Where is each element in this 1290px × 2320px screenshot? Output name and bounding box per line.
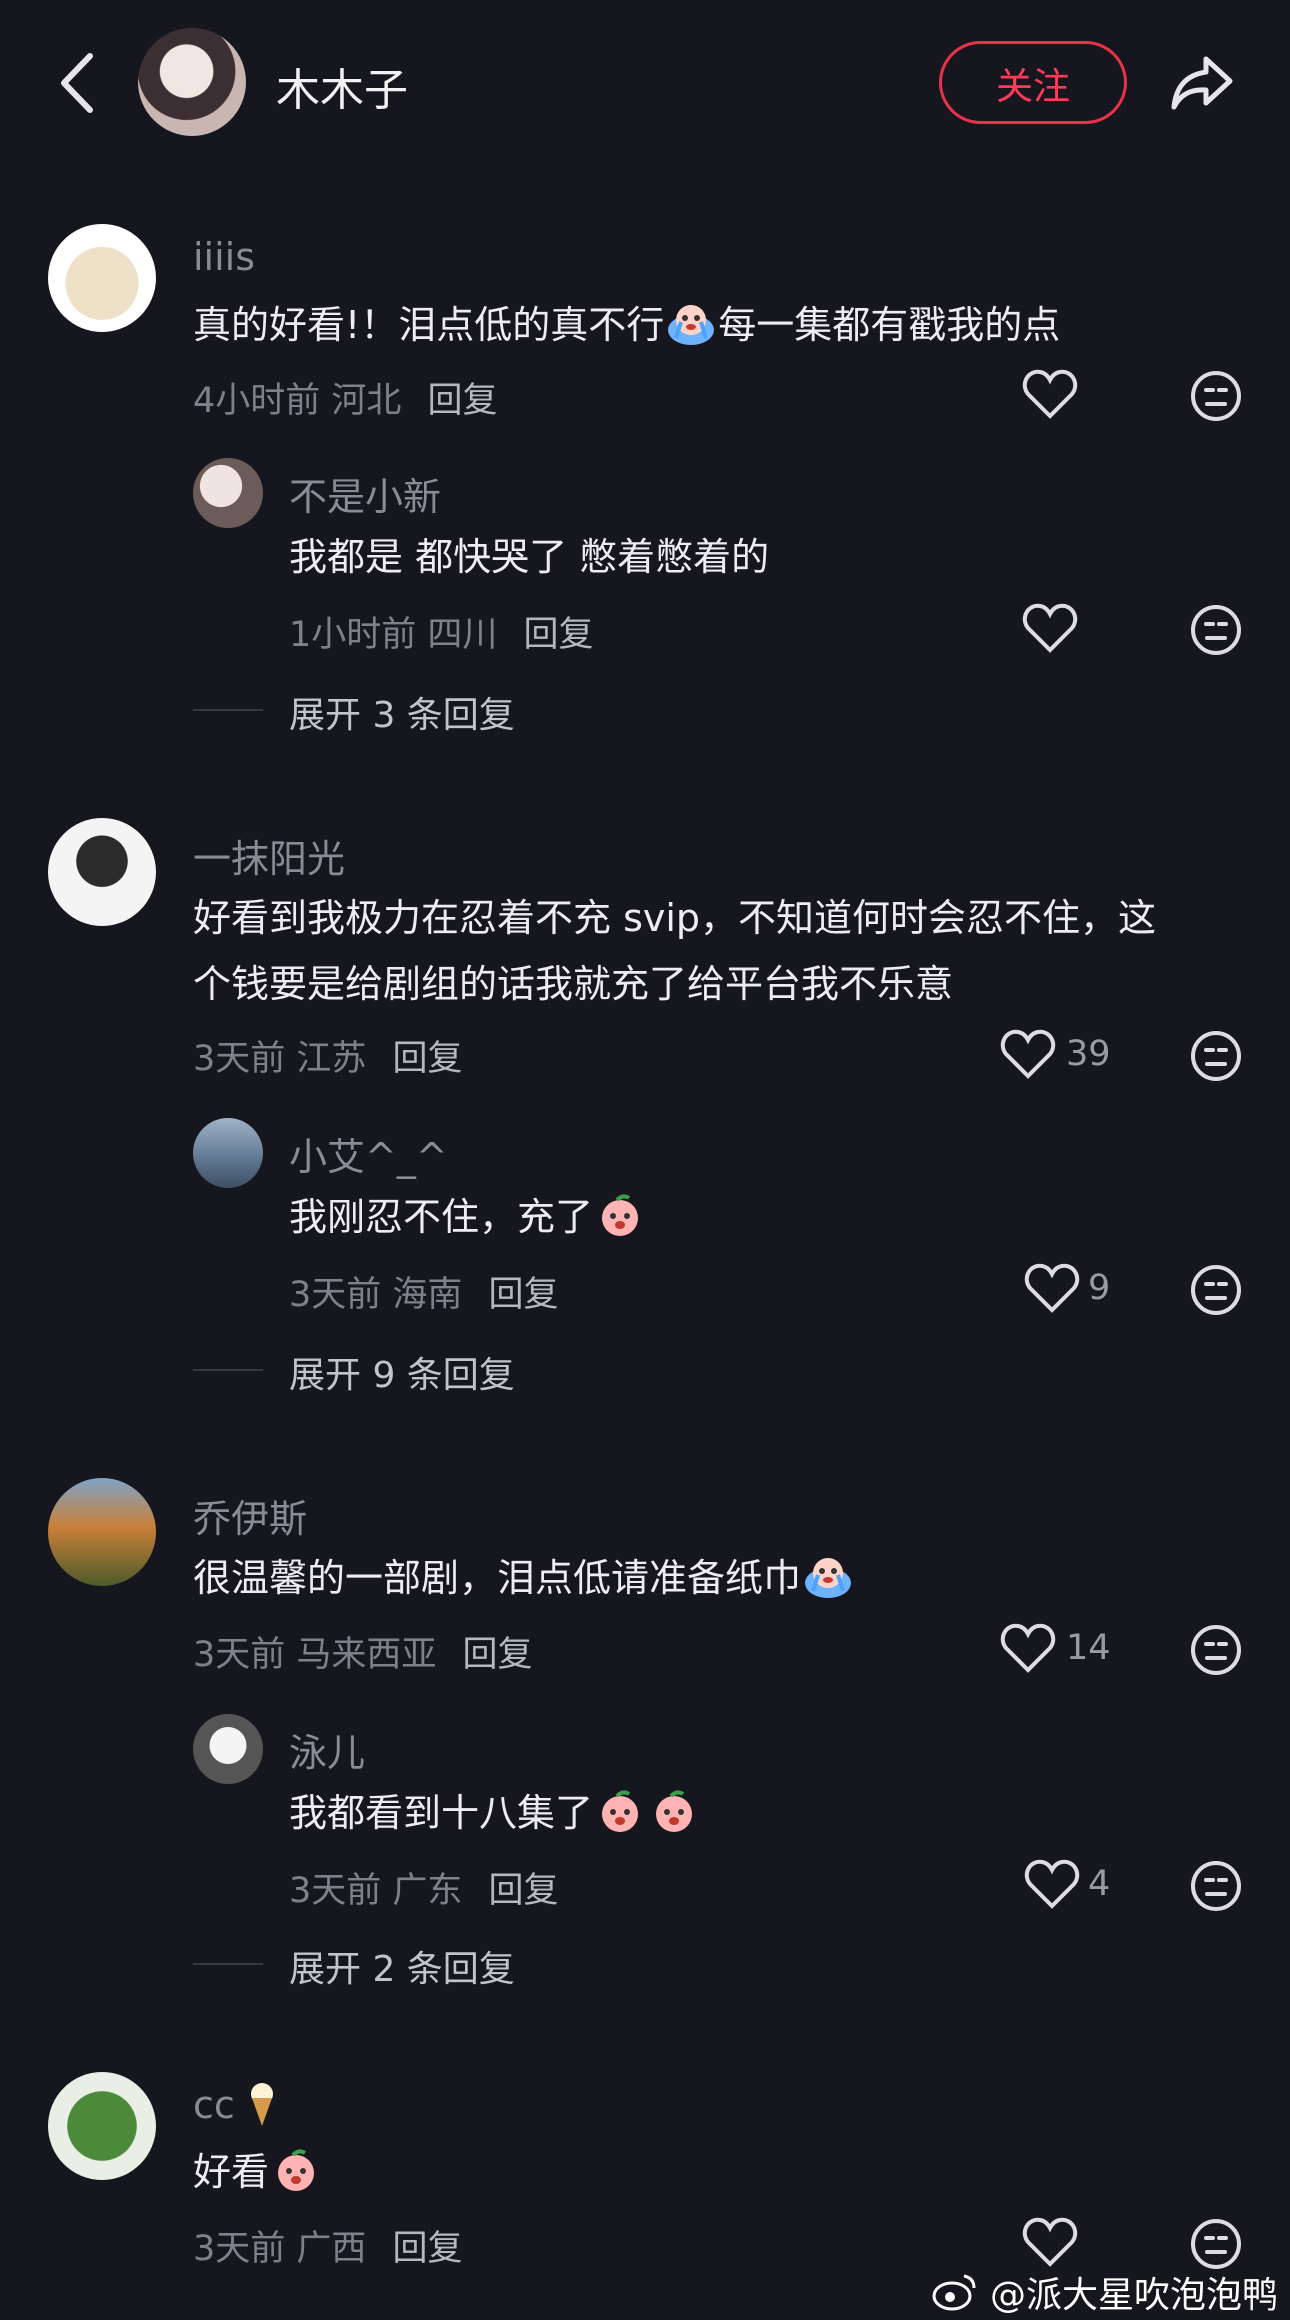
comment-meta: 4小时前 河北 回复 [193,381,498,421]
like-icon[interactable] [1022,2216,1078,2268]
divider [193,709,263,711]
dislike-face-icon[interactable] [1190,604,1242,656]
reply-text: 我刚忍不住，充了 [289,1184,647,1250]
comment-text: 好看 [193,2139,323,2205]
follow-button[interactable]: 关注 [939,41,1127,124]
like-count: 39 [1066,1034,1111,1074]
share-icon[interactable] [1166,45,1238,117]
like-icon[interactable] [1000,1028,1056,1080]
reply-button[interactable]: 回复 [427,381,497,421]
reply-username[interactable]: 小艾^_^ [289,1126,448,1181]
dislike-face-icon[interactable] [1190,1624,1242,1676]
reply-meta: 3天前 广东 回复 [289,1871,559,1911]
reply-username[interactable]: 不是小新 [289,466,441,521]
avatar[interactable] [193,458,263,528]
reply-text: 我都是 都快哭了 憋着憋着的 [289,535,770,579]
crying-emoji-icon [803,1553,853,1599]
crying-peach-emoji-icon [649,1788,699,1834]
comment-meta: 3天前 马来西亚 回复 [193,1635,533,1675]
back-icon[interactable] [50,48,110,118]
watermark: @派大星吹泡泡鸭 [932,2266,1278,2318]
avatar[interactable] [48,1478,156,1586]
like-count: 4 [1088,1864,1111,1904]
reply-button[interactable]: 回复 [488,1871,558,1911]
like-icon[interactable] [1000,1622,1056,1674]
dislike-face-icon[interactable] [1190,1264,1242,1316]
crying-emoji-icon [666,300,716,346]
like-icon[interactable] [1022,368,1078,420]
like-icon[interactable] [1024,1262,1080,1314]
reply-button[interactable]: 回复 [523,615,593,655]
comment-meta: 3天前 广西 回复 [193,2229,463,2269]
avatar[interactable] [48,818,156,926]
divider [193,1369,263,1371]
comment-username[interactable]: 一抹阳光 [193,828,345,883]
weibo-logo-icon [932,2272,980,2312]
author-name[interactable]: 木木子 [276,54,408,118]
avatar[interactable] [48,224,156,332]
comment-username[interactable]: iiiis [193,235,255,279]
expand-replies-button[interactable]: 展开 2 条回复 [289,1940,515,1992]
comment-meta: 3天前 江苏 回复 [193,1039,463,1079]
like-icon[interactable] [1022,602,1078,654]
expand-replies-button[interactable]: 展开 3 条回复 [289,686,515,738]
ice-cream-icon [247,2082,277,2128]
divider [193,1963,263,1965]
avatar[interactable] [193,1714,263,1784]
like-count: 9 [1088,1268,1111,1308]
reply-button[interactable]: 回复 [392,1039,462,1079]
comment-text: 很温馨的一部剧，泪点低请准备纸巾 [193,1545,855,1611]
comment-text: 真的好看!！泪点低的真不行 每一集都有戳我的点 [193,292,1233,358]
author-avatar[interactable] [138,28,246,136]
like-icon[interactable] [1024,1858,1080,1910]
comment-username[interactable]: 乔伊斯 [193,1488,307,1543]
reply-button[interactable]: 回复 [462,1635,532,1675]
crying-peach-emoji-icon [595,1192,645,1238]
avatar[interactable] [48,2072,156,2180]
dislike-face-icon[interactable] [1190,2218,1242,2270]
avatar[interactable] [193,1118,263,1188]
crying-peach-emoji-icon [595,1788,645,1834]
crying-peach-emoji-icon [271,2147,321,2193]
dislike-face-icon[interactable] [1190,1030,1242,1082]
dislike-face-icon[interactable] [1190,370,1242,422]
expand-replies-button[interactable]: 展开 9 条回复 [289,1346,515,1398]
dislike-face-icon[interactable] [1190,1860,1242,1912]
reply-username[interactable]: 泳儿 [289,1722,365,1777]
reply-button[interactable]: 回复 [392,2229,462,2269]
comment-text: 好看到我极力在忍着不充 svip，不知道何时会忍不住，这 个钱要是给剧组的话我就充… [193,896,1157,1006]
reply-meta: 1小时前 四川 回复 [289,615,594,655]
comment-username[interactable]: cc [193,2082,277,2128]
like-count: 14 [1066,1628,1111,1668]
reply-text: 我都看到十八集了 [289,1780,701,1846]
reply-button[interactable]: 回复 [488,1275,558,1315]
reply-meta: 3天前 海南 回复 [289,1275,559,1315]
